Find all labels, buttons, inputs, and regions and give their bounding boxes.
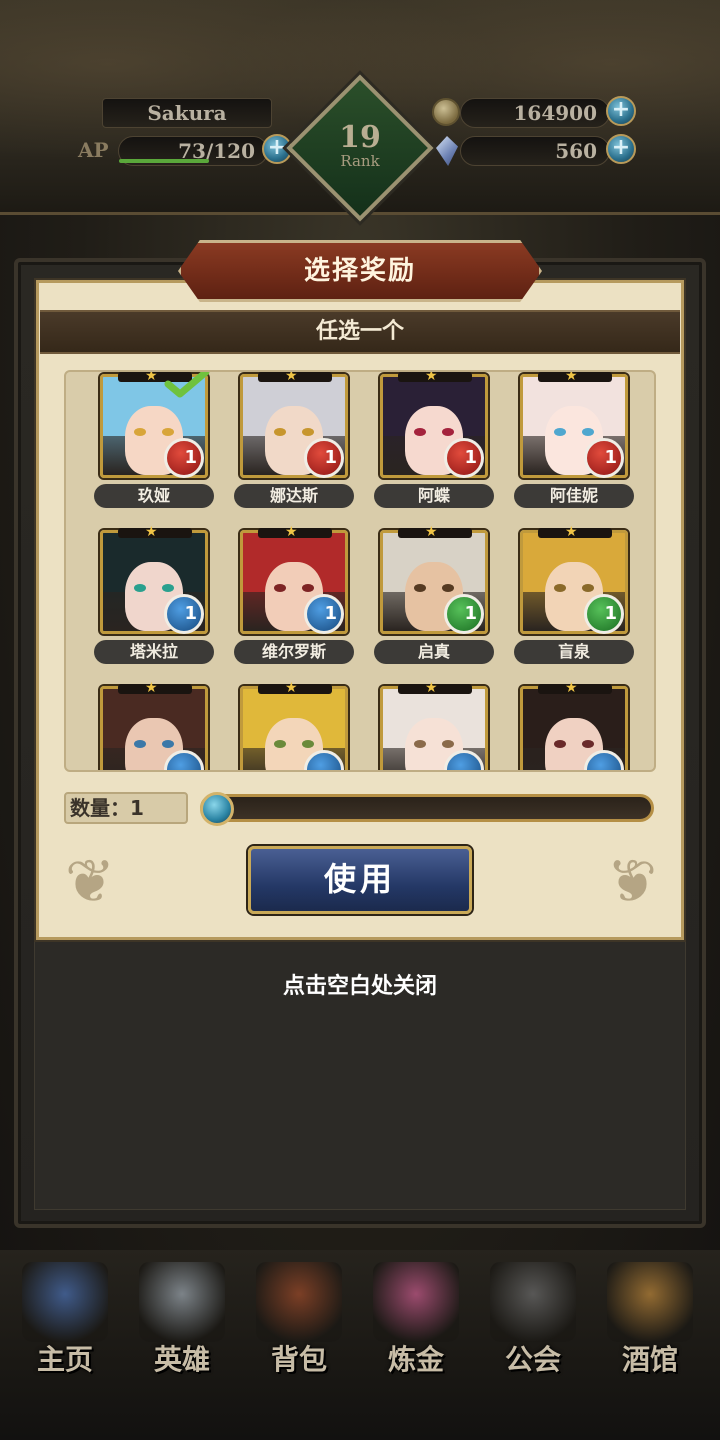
- top-status-bar: Sakura AP 73/120 + 19 Rank 164900 + 560 …: [0, 0, 720, 222]
- hero-class-badge: 1: [584, 438, 624, 478]
- hero-name: 塔米拉: [94, 640, 214, 664]
- backpack-icon: [256, 1262, 342, 1342]
- star-icon: ★: [145, 680, 158, 696]
- gem-counter: 560: [460, 136, 610, 166]
- gold-counter: 164900: [460, 98, 610, 128]
- hero-class-badge: 1: [304, 438, 344, 478]
- player-name: Sakura: [102, 98, 272, 128]
- star-icon: ★: [425, 524, 438, 540]
- potion-icon: [373, 1262, 459, 1342]
- quantity-display: 数量：1: [64, 792, 188, 824]
- hero-class-badge: 1: [164, 438, 204, 478]
- nav-label: 酒馆: [621, 1343, 678, 1376]
- hero-card[interactable]: ★: [206, 680, 348, 770]
- rank-number: 19: [339, 120, 381, 155]
- star-icon: ★: [285, 370, 298, 384]
- ap-label: AP: [78, 138, 109, 162]
- hero-class-badge: 1: [444, 594, 484, 634]
- hero-name: 维尔罗斯: [234, 640, 354, 664]
- nav-label: 英雄: [153, 1343, 210, 1376]
- nav-label: 主页: [36, 1343, 93, 1376]
- dialog-title: 选择奖励: [178, 240, 542, 302]
- right-ornament-icon: ❦: [606, 847, 658, 917]
- guild-shield-icon: [490, 1262, 576, 1342]
- rank-label: Rank: [340, 152, 380, 170]
- hero-name: 启真: [374, 640, 494, 664]
- star-icon: ★: [285, 680, 298, 696]
- quantity-label: 数量：: [70, 796, 130, 820]
- close-hint: 点击空白处关闭: [282, 974, 437, 999]
- hero-card[interactable]: ★: [66, 680, 208, 770]
- hero-card[interactable]: ★ 1 盲泉: [486, 524, 634, 678]
- quantity-slider-knob[interactable]: [200, 792, 234, 826]
- nav-helmet[interactable]: 英雄: [127, 1262, 237, 1378]
- nav-guild-shield[interactable]: 公会: [478, 1262, 588, 1378]
- nav-label: 背包: [270, 1343, 327, 1376]
- hero-card[interactable]: ★ 1 维尔罗斯: [206, 524, 354, 678]
- hero-card[interactable]: ★ 1 玖娅: [66, 370, 214, 522]
- ap-progress-bar: [119, 159, 209, 163]
- nav-potion[interactable]: 炼金: [361, 1262, 471, 1378]
- nav-label: 炼金: [387, 1343, 444, 1376]
- hero-name: 阿佳妮: [514, 484, 634, 508]
- star-icon: ★: [425, 370, 438, 384]
- star-icon: ★: [565, 524, 578, 540]
- hero-class-badge: 1: [164, 594, 204, 634]
- hero-card[interactable]: ★ 1 阿蝶: [346, 370, 494, 522]
- star-icon: ★: [145, 370, 158, 384]
- quantity-value: 1: [130, 796, 144, 820]
- helmet-icon: [139, 1262, 225, 1342]
- hero-name: 阿蝶: [374, 484, 494, 508]
- selected-check-icon: [164, 372, 210, 398]
- nav-label: 公会: [504, 1343, 561, 1376]
- hero-card[interactable]: ★ 1 娜达斯: [206, 370, 354, 522]
- hero-grid[interactable]: ★ 1 玖娅 ★ 1 娜达斯 ★ 1 阿蝶 ★ 1 阿佳妮 ★ 1 塔米拉 ★ 1 维尔罗斯 ★ 1 启真 ★ 1 盲泉 ★ ★ ★…: [64, 370, 656, 772]
- star-icon: ★: [145, 524, 158, 540]
- hero-card[interactable]: ★ 1 塔米拉: [66, 524, 214, 678]
- star-icon: ★: [565, 370, 578, 384]
- hero-name: 娜达斯: [234, 484, 354, 508]
- nav-beer-mug[interactable]: 酒馆: [595, 1262, 705, 1378]
- gem-icon: [436, 136, 458, 166]
- dialog-subtitle: 任选一个: [40, 310, 680, 354]
- left-ornament-icon: ❦: [64, 847, 116, 917]
- quantity-slider-track[interactable]: [200, 794, 654, 822]
- hero-name: 玖娅: [94, 484, 214, 508]
- nav-backpack[interactable]: 背包: [244, 1262, 354, 1378]
- hero-card[interactable]: ★: [486, 680, 628, 770]
- hero-name: 盲泉: [514, 640, 634, 664]
- gold-coin-icon: [432, 98, 460, 126]
- use-button[interactable]: 使用: [248, 846, 472, 914]
- hero-class-badge: 1: [584, 594, 624, 634]
- star-icon: ★: [425, 680, 438, 696]
- star-icon: ★: [285, 524, 298, 540]
- hero-card[interactable]: ★ 1 阿佳妮: [486, 370, 634, 522]
- beer-mug-icon: [607, 1262, 693, 1342]
- add-gem-button[interactable]: +: [606, 134, 636, 164]
- nav-castle[interactable]: 主页: [10, 1262, 120, 1378]
- hero-class-badge: 1: [444, 438, 484, 478]
- ap-counter: 73/120: [118, 136, 268, 166]
- castle-icon: [22, 1262, 108, 1342]
- hero-card[interactable]: ★: [346, 680, 488, 770]
- hero-class-badge: 1: [304, 594, 344, 634]
- add-gold-button[interactable]: +: [606, 96, 636, 126]
- star-icon: ★: [565, 680, 578, 696]
- hero-card[interactable]: ★ 1 启真: [346, 524, 494, 678]
